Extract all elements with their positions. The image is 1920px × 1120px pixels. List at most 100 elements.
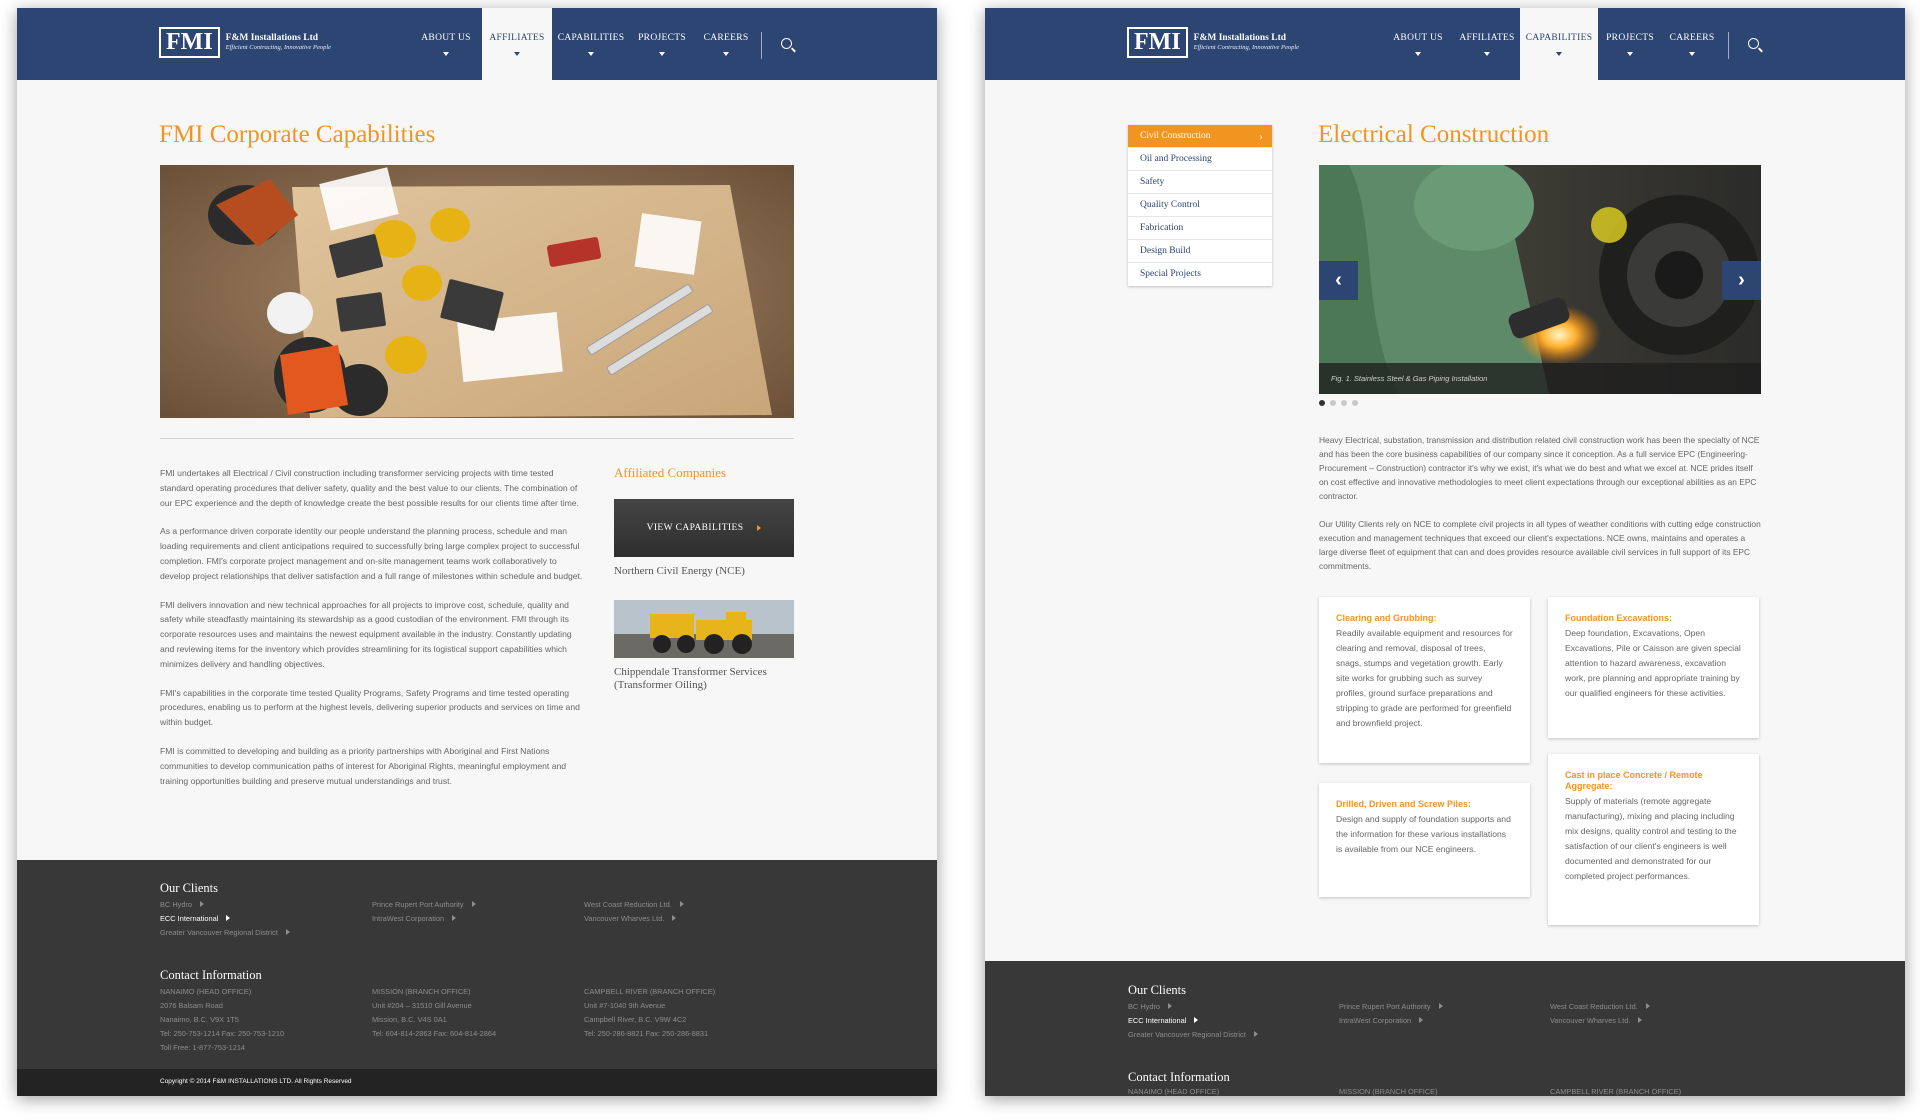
service-card: Cast in place Concrete / Remote Aggregat… [1548,754,1759,925]
service-card-text: Deep foundation, Excavations, Open Excav… [1565,628,1741,698]
nav-capabilities[interactable]: CAPABILITIES [1520,8,1598,80]
client-link[interactable]: Greater Vancouver Regional District [160,926,290,940]
service-card-title: Drilled, Driven and Screw Piles: [1336,799,1472,809]
search-icon[interactable] [781,38,792,49]
slider-next-button[interactable]: › [1722,261,1761,300]
chevron-down-icon [1689,51,1695,56]
logo-mark: FMI [159,27,220,58]
logo-tagline: Efficient Contracting, Innovative People [1193,44,1300,51]
body-paragraph: Heavy Electrical, substation, transmissi… [1319,435,1760,501]
submenu-oil-and-processing[interactable]: Oil and Processing [1128,148,1272,171]
submenu-safety[interactable]: Safety [1128,171,1272,194]
slide-caption: Fig. 1. Stainless Steel & Gas Piping Ins… [1331,374,1488,383]
chevron-down-icon [588,51,594,56]
slider-dot-active[interactable] [1319,400,1325,406]
right-page-screenshot: FMI F&M Installations Ltd Efficient Cont… [985,8,1905,1096]
nav-about-us[interactable]: ABOUT US [1382,8,1454,80]
chevron-down-icon [1556,51,1562,56]
chevron-down-icon [1627,51,1633,56]
copyright-bar: Copyright © 2014 F&M INSTALLATIONS LTD. … [17,1069,937,1096]
submenu-special-projects[interactable]: Special Projects [1128,263,1272,286]
view-capabilities-button[interactable]: VIEW CAPABILITIES [647,523,744,533]
chevron-down-icon [659,51,665,56]
office-nanaimo: NANAIMO (HEAD OFFICE) 2076 Balsam Road Nan… [160,987,285,1052]
chevron-right-icon: › [1738,269,1745,291]
chevron-down-icon [443,51,449,56]
service-card: Clearing and Grubbing: Readily available… [1319,597,1530,763]
service-card-title: Cast in place Concrete / Remote Aggregat… [1565,770,1703,791]
chevron-down-icon [1415,51,1421,56]
service-card: Drilled, Driven and Screw Piles: Design … [1319,783,1530,897]
client-link[interactable]: Prince Rupert Port Authority [372,898,476,912]
search-icon[interactable] [1748,38,1759,49]
client-link[interactable]: ECC International [1128,1014,1258,1028]
body-paragraph: As a performance driven corporate identi… [160,526,583,581]
site-logo[interactable]: FMI F&M Installations Ltd Efficient Cont… [1127,27,1299,58]
logo-tagline: Efficient Contracting, Innovative People [225,44,332,51]
chippendale-thumbnail[interactable] [614,600,794,658]
slider-dot[interactable] [1330,400,1336,406]
nav-divider [761,32,762,59]
client-link[interactable]: Vancouver Wharves Ltd. [584,912,684,926]
nav-about-us[interactable]: ABOUT US [410,8,482,80]
client-link[interactable]: Vancouver Wharves Ltd. [1550,1014,1650,1028]
chippendale-link[interactable]: Chippendale Transformer Services (Transf… [614,666,804,692]
service-card-title: Clearing and Grubbing: [1336,613,1437,623]
copyright-text: Copyright © 2014 F&M INSTALLATIONS LTD. … [160,1078,352,1085]
submenu-fabrication[interactable]: Fabrication [1128,217,1272,240]
site-logo[interactable]: FMI F&M Installations Ltd Efficient Cont… [159,27,331,58]
contact-heading: Contact Information [1128,1070,1230,1084]
site-header: FMI F&M Installations Ltd Efficient Cont… [17,8,937,80]
service-card: Foundation Excavations: Deep foundation,… [1548,597,1759,738]
body-paragraph: FMI undertakes all Electrical / Civil co… [160,468,579,508]
body-paragraph: FMI's capabilities in the corporate time… [160,687,580,728]
body-paragraph: FMI is committed to developing and build… [160,745,567,786]
chevron-down-icon [723,51,729,56]
left-page-screenshot: FMI F&M Installations Ltd Efficient Cont… [17,8,937,1096]
nav-divider [1728,32,1729,59]
nav-careers[interactable]: CAREERS [694,8,758,80]
nav-affiliates[interactable]: AFFILIATES [482,8,552,80]
client-link[interactable]: ECC International [160,912,290,926]
nav-projects[interactable]: PROJECTS [1598,8,1662,80]
our-clients-heading: Our Clients [1128,983,1186,997]
submenu-quality-control[interactable]: Quality Control [1128,194,1272,217]
nav-projects[interactable]: PROJECTS [630,8,694,80]
slider-dot[interactable] [1341,400,1347,406]
nav-careers[interactable]: CAREERS [1662,8,1722,80]
slide-image [1319,165,1761,394]
office-nanaimo: NANAIMO (HEAD OFFICE) [1128,1087,1220,1096]
page-title: FMI Corporate Capabilities [159,121,436,148]
client-link[interactable]: Greater Vancouver Regional District [1128,1028,1258,1042]
section-divider [160,438,794,439]
office-campbell-river: CAMPBELL RIVER (BRANCH OFFICE) Unit #7-10… [584,987,716,1038]
affiliated-companies-heading: Affiliated Companies [614,465,727,480]
main-nav: ABOUT US AFFILIATES CAPABILITIES PROJECT… [410,8,758,80]
capabilities-submenu: Civil Construction Oil and Processing Sa… [1128,125,1272,286]
logo-company-name: F&M Installations Ltd [1193,32,1287,43]
slider-dots [1319,400,1358,406]
slider-prev-button[interactable]: ‹ [1319,261,1358,300]
submenu-civil-construction[interactable]: Civil Construction [1128,125,1272,148]
nce-thumbnail[interactable]: VIEW CAPABILITIES [614,499,794,557]
slider-dot[interactable] [1352,400,1358,406]
nce-link[interactable]: Northern Civil Energy (NCE) [614,565,745,577]
client-link[interactable]: IntraWest Corporation [372,912,476,926]
body-paragraph: FMI delivers innovation and new technica… [160,599,572,669]
image-slider: Fig. 1. Stainless Steel & Gas Piping Ins… [1319,165,1761,394]
client-link[interactable]: West Coast Reduction Ltd. [1550,1000,1650,1014]
nav-capabilities[interactable]: CAPABILITIES [552,8,630,80]
submenu-design-build[interactable]: Design Build [1128,240,1272,263]
contact-heading: Contact Information [160,968,262,982]
client-link[interactable]: West Coast Reduction Ltd. [584,898,684,912]
client-link[interactable]: Prince Rupert Port Authority [1339,1000,1443,1014]
client-link[interactable]: BC Hydro [160,898,290,912]
service-card-title: Foundation Excavations: [1565,613,1673,623]
client-link[interactable]: IntraWest Corporation [1339,1014,1443,1028]
client-link[interactable]: BC Hydro [1128,1000,1258,1014]
nav-affiliates[interactable]: AFFILIATES [1454,8,1520,80]
service-card-text: Supply of materials (remote aggregate ma… [1565,796,1737,881]
hero-image [160,165,794,418]
service-card-text: Readily available equipment and resource… [1336,628,1513,728]
site-header: FMI F&M Installations Ltd Efficient Cont… [985,8,1905,80]
